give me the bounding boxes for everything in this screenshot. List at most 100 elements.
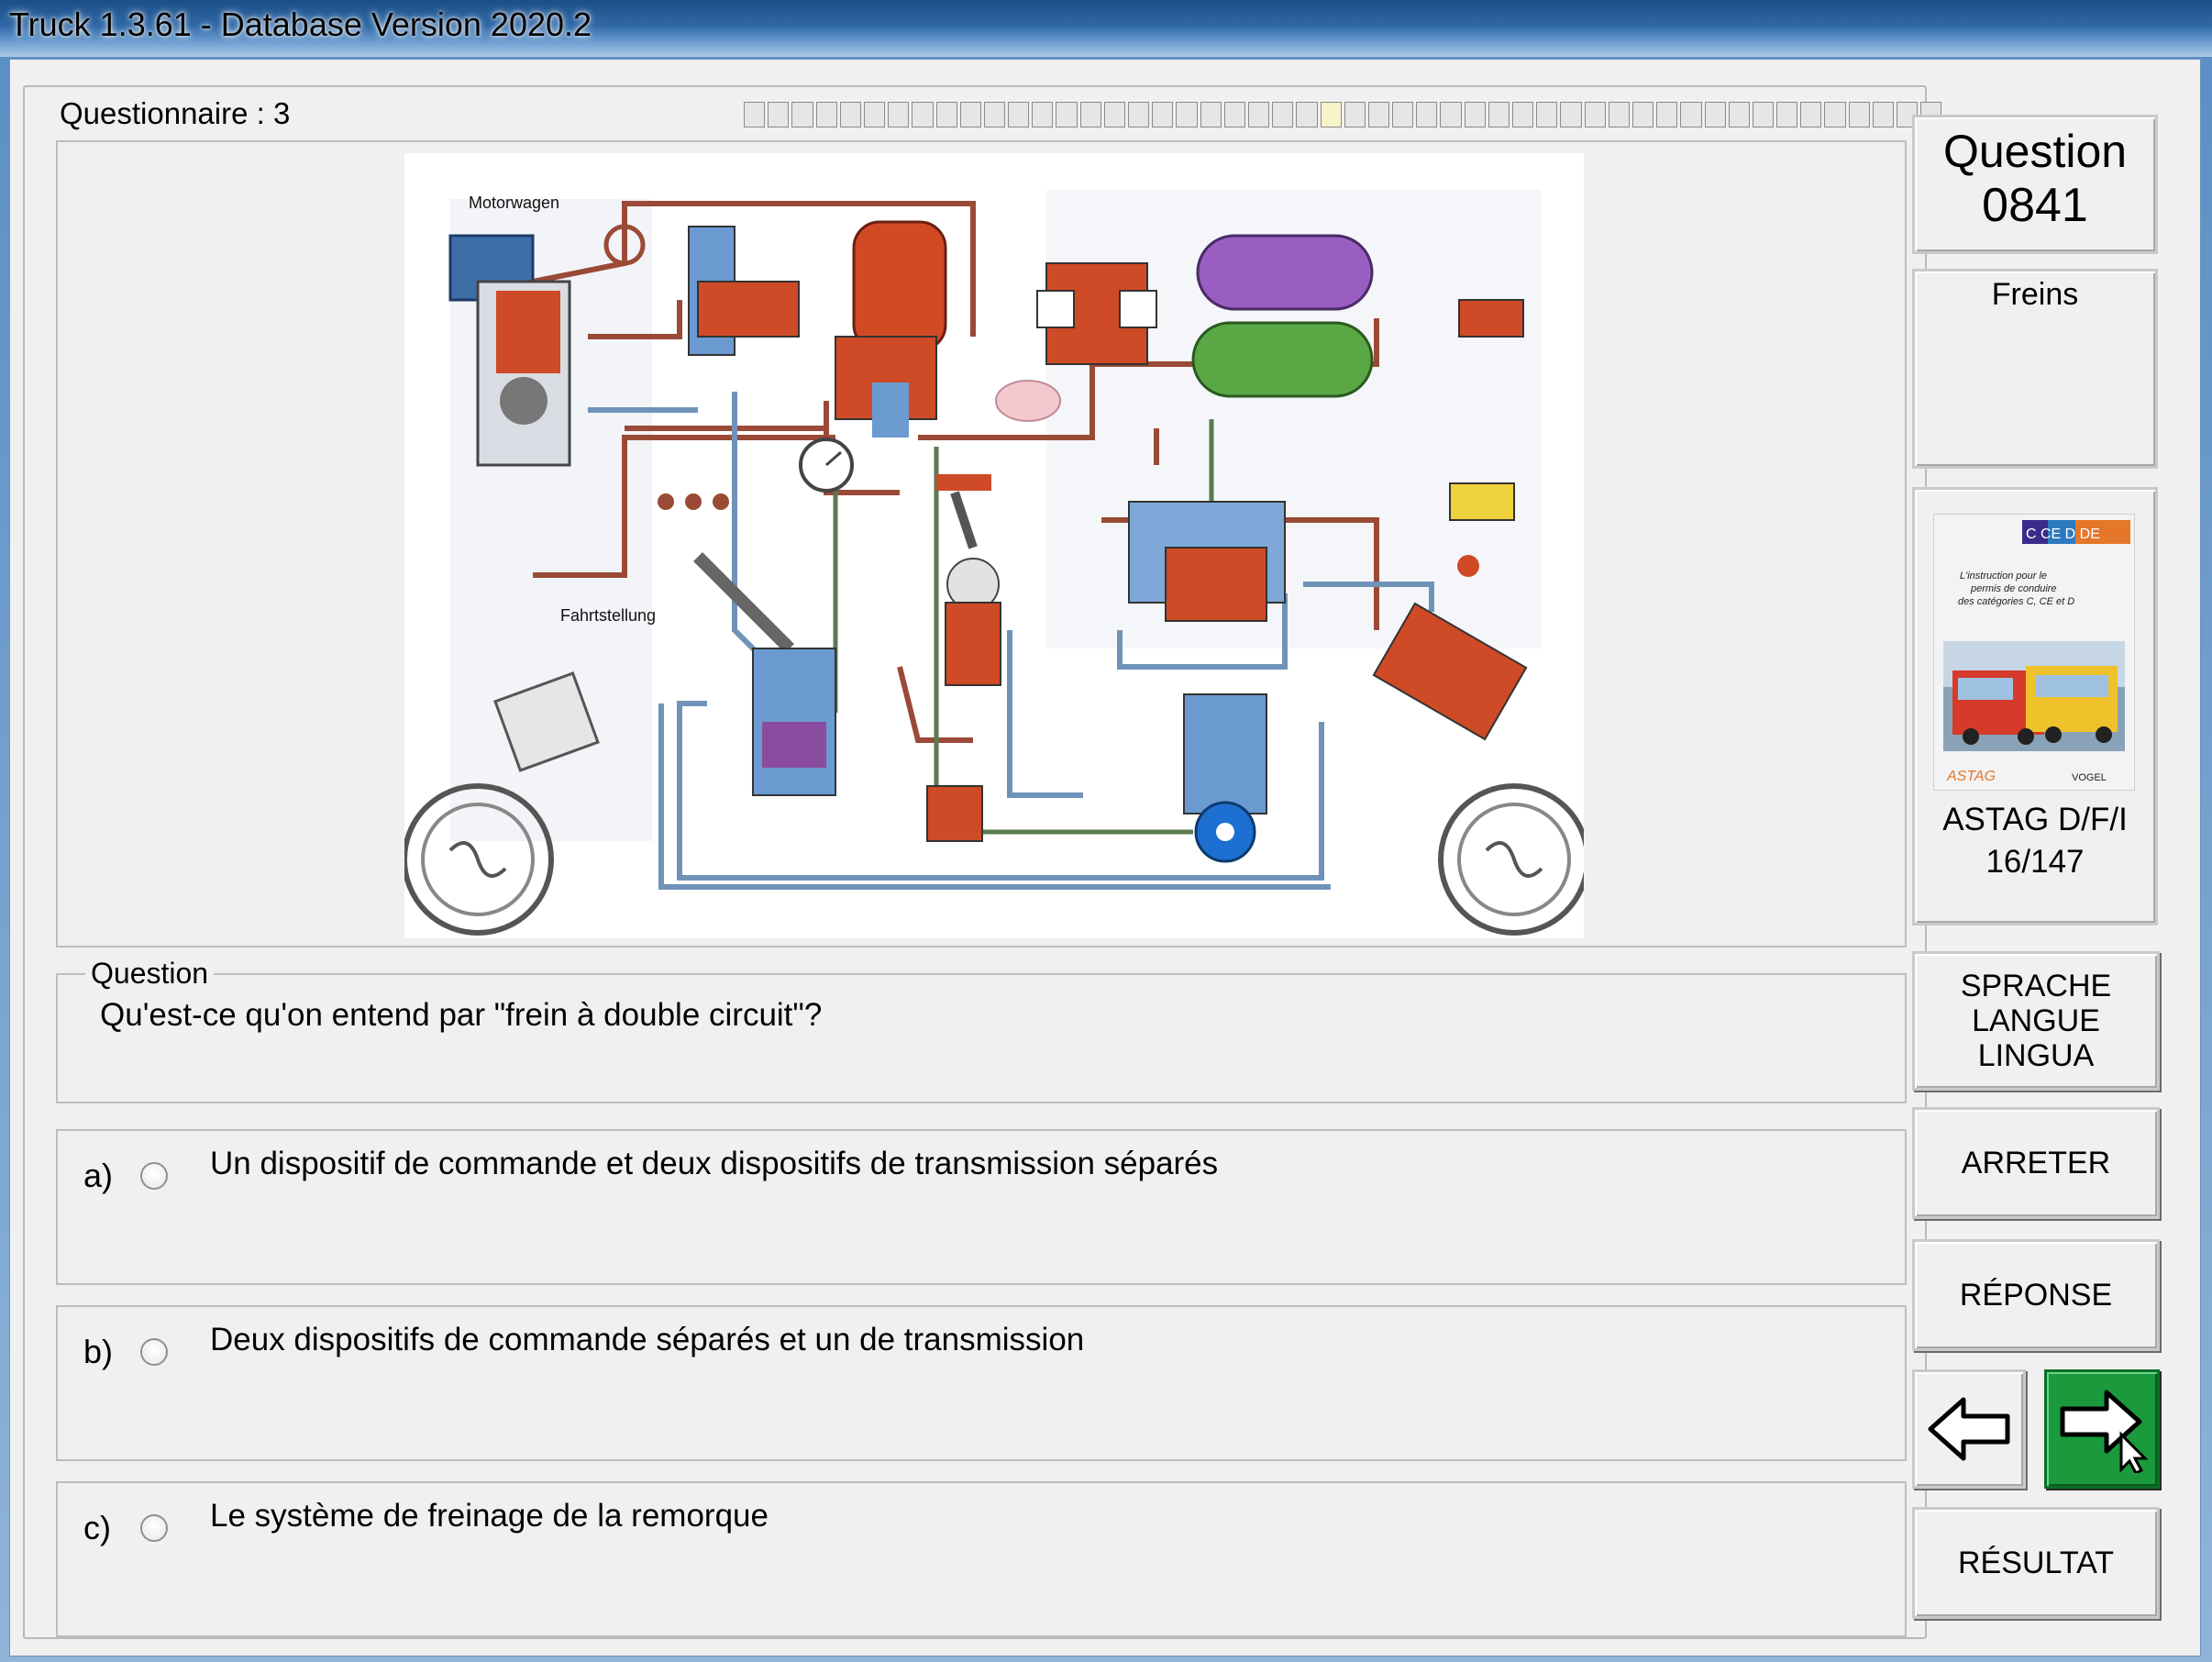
question-text: Qu'est-ce qu'on entend par "frein à doub…	[100, 997, 823, 1033]
progress-cell	[912, 102, 934, 127]
answer-text: Le système de freinage de la remorque	[210, 1498, 769, 1534]
book-page-reference: 16/147	[1985, 844, 2085, 880]
language-label-it: LINGUA	[1977, 1038, 2095, 1073]
question-box: Question Qu'est-ce qu'on entend par "fre…	[56, 957, 1907, 1103]
progress-cell	[1440, 102, 1462, 127]
previous-button[interactable]	[1912, 1369, 2026, 1489]
progress-cell	[791, 102, 813, 127]
progress-cell	[1608, 102, 1630, 127]
book-source: ASTAG D/F/I	[1942, 802, 2128, 837]
progress-cell	[1464, 102, 1486, 127]
brake-diagram-image: Motorwagen Fahrtstellung	[402, 153, 1590, 938]
progress-cell	[1680, 102, 1702, 127]
questionnaire-label: Questionnaire : 3	[54, 96, 296, 131]
question-number-panel: Question 0841	[1912, 115, 2158, 254]
progress-cell	[1272, 102, 1294, 127]
window-title: Truck 1.3.61 - Database Version 2020.2	[9, 6, 592, 43]
answer-radio-b[interactable]	[140, 1338, 168, 1366]
mouse-cursor-icon	[2119, 1431, 2149, 1473]
progress-cell	[1824, 102, 1846, 127]
language-label-de: SPRACHE	[1960, 969, 2112, 1003]
stop-button[interactable]: ARRETER	[1912, 1107, 2160, 1219]
progress-cell	[1536, 102, 1558, 127]
language-label-fr: LANGUE	[1972, 1003, 2100, 1038]
answer-option-a[interactable]: a) Un dispositif de commande et deux dis…	[56, 1129, 1907, 1285]
answer-radio-a[interactable]	[140, 1162, 168, 1190]
progress-cell	[1631, 102, 1654, 127]
progress-cell	[815, 102, 837, 127]
title-bar[interactable]: Truck 1.3.61 - Database Version 2020.2	[0, 0, 2212, 57]
progress-cell	[1776, 102, 1798, 127]
answer-button[interactable]: RÉPONSE	[1912, 1239, 2160, 1351]
questionnaire-group: Questionnaire : 3 Motorwagen Fahrtstellu…	[23, 85, 1942, 1639]
progress-cell	[1008, 102, 1030, 127]
progress-cell	[1752, 102, 1775, 127]
language-button[interactable]: SPRACHE LANGUE LINGUA	[1912, 951, 2160, 1091]
book-cover-art: C CE D DE L'instruction pour le permis d…	[1934, 515, 2134, 790]
progress-cell	[1488, 102, 1510, 127]
category-panel: Freins	[1912, 269, 2158, 469]
progress-cell	[1200, 102, 1222, 127]
progress-strip	[744, 102, 1942, 129]
arrow-left-icon	[1928, 1397, 2010, 1461]
progress-cell	[839, 102, 861, 127]
progress-cell	[1800, 102, 1822, 127]
progress-cell	[1344, 102, 1366, 127]
progress-cell	[1560, 102, 1582, 127]
stop-button-label: ARRETER	[1961, 1146, 2111, 1180]
arrow-right-icon	[2060, 1390, 2149, 1473]
answer-radio-c[interactable]	[140, 1514, 168, 1542]
question-number-title: Question	[1942, 126, 2128, 177]
progress-cell	[1584, 102, 1606, 127]
result-button-label: RÉSULTAT	[1957, 1546, 2115, 1580]
svg-text:ASTAG: ASTAG	[1946, 769, 1996, 784]
answer-letter: c)	[83, 1509, 111, 1546]
result-button[interactable]: RÉSULTAT	[1912, 1507, 2160, 1619]
book-badge: C CE D DE	[2026, 526, 2100, 542]
image-panel: Motorwagen Fahrtstellung	[56, 140, 1907, 947]
progress-cell	[1079, 102, 1101, 127]
progress-cell	[983, 102, 1006, 127]
client-area: Questionnaire : 3 Motorwagen Fahrtstellu…	[9, 59, 2201, 1656]
progress-cell	[1728, 102, 1750, 127]
progress-cell	[1152, 102, 1174, 127]
progress-cell	[935, 102, 957, 127]
question-group-label: Question	[85, 957, 215, 991]
progress-cell	[1416, 102, 1438, 127]
svg-text:VOGEL: VOGEL	[2072, 772, 2107, 783]
answer-text: Deux dispositifs de commande séparés et …	[210, 1322, 1085, 1357]
progress-cell	[1223, 102, 1245, 127]
progress-cell	[1247, 102, 1270, 127]
progress-cell	[1704, 102, 1726, 127]
category-label: Freins	[1991, 277, 2079, 312]
brake-schematic: Motorwagen Fahrtstellung	[402, 153, 1590, 938]
progress-cell	[888, 102, 910, 127]
progress-cell	[1848, 102, 1870, 127]
answer-text: Un dispositif de commande et deux dispos…	[210, 1146, 1219, 1181]
progress-cell	[1320, 102, 1342, 127]
progress-cell	[959, 102, 981, 127]
progress-cell	[1296, 102, 1318, 127]
answer-letter: b)	[83, 1333, 114, 1370]
answer-button-label: RÉPONSE	[1959, 1278, 2113, 1313]
book-cover-image: C CE D DE L'instruction pour le permis d…	[1933, 514, 2135, 791]
progress-cell	[1103, 102, 1125, 127]
progress-cell	[1128, 102, 1150, 127]
progress-cell	[1032, 102, 1054, 127]
progress-cell	[1872, 102, 1894, 127]
progress-cell	[1392, 102, 1414, 127]
next-button[interactable]	[2044, 1369, 2160, 1489]
progress-cell	[1367, 102, 1390, 127]
answer-letter: a)	[83, 1157, 114, 1194]
diagram-label-motorwagen: Motorwagen	[469, 194, 559, 212]
progress-cell	[1056, 102, 1078, 127]
progress-cell	[863, 102, 886, 127]
book-reference-panel: C CE D DE L'instruction pour le permis d…	[1912, 487, 2158, 925]
diagram-label-fahrtstellung: Fahrtstellung	[560, 606, 656, 625]
progress-cell	[1512, 102, 1534, 127]
answer-option-c[interactable]: c) Le système de freinage de la remorque	[56, 1481, 1907, 1637]
answer-option-b[interactable]: b) Deux dispositifs de commande séparés …	[56, 1305, 1907, 1461]
progress-cell	[744, 102, 766, 127]
progress-cell	[768, 102, 790, 127]
question-number: 0841	[1982, 179, 2088, 232]
